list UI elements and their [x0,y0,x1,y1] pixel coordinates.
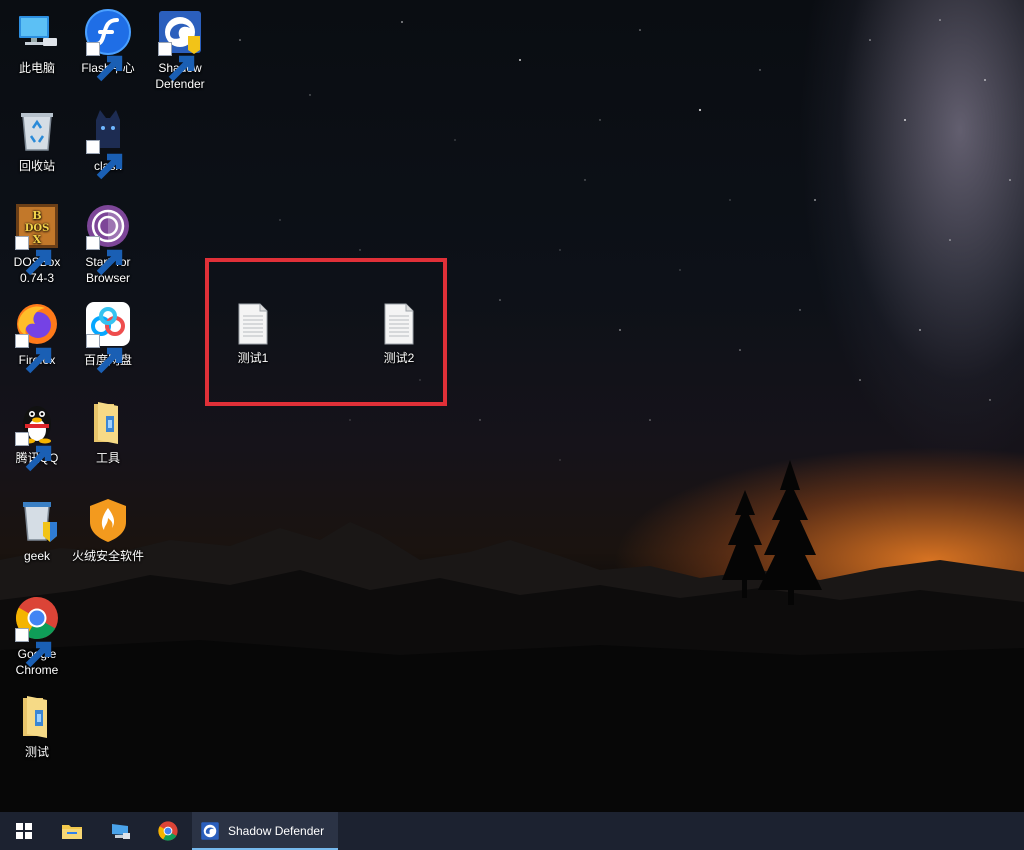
desktop-icon-this-pc[interactable]: 此电脑 [0,8,74,76]
dosbox-icon: B DOS X [13,202,61,276]
taskbar-app-shadow-defender[interactable]: Shadow Defender [192,812,338,850]
start-button[interactable] [0,812,48,850]
desktop-icon-clash[interactable]: clash [71,106,145,180]
shortcut-arrow-icon [86,42,123,82]
shadow-defender-icon [156,8,204,82]
desktop-icon-dosbox[interactable]: B DOS X DOSBox 0.74-3 [0,202,74,286]
text-file-icon [233,302,273,346]
shortcut-arrow-icon [86,140,123,180]
shortcut-arrow-icon [15,236,52,276]
chrome-icon [158,821,178,841]
folder-icon [62,825,82,839]
folder-icon [13,692,61,740]
cat-icon [84,106,132,180]
flash-icon [84,8,132,82]
desktop-icon-baidu-pan[interactable]: 百度网盘 [71,300,145,374]
icon-label: 回收站 [18,159,55,173]
taskbar-file-explorer[interactable] [48,812,96,850]
taskbar-this-pc[interactable] [96,812,144,850]
icon-label: 火绒安全软件 [71,549,144,563]
shortcut-arrow-icon [86,334,123,374]
icon-label: 测试1 [237,351,269,365]
icon-label: 测试2 [383,351,415,365]
desktop-icon-shadow-defender[interactable]: Shadow Defender [143,8,217,92]
baidu-cloud-icon [84,300,132,374]
desktop-icon-test-folder[interactable]: 测试 [0,692,74,760]
shortcut-arrow-icon [15,334,52,374]
desktop-file-test1[interactable]: 测试1 [216,302,290,366]
desktop-icon-chrome[interactable]: Google Chrome [0,594,74,678]
svg-text:B: B [32,209,41,222]
qq-penguin-icon [13,398,61,472]
desktop-icon-flash[interactable]: Flash中心 [71,8,145,82]
desktop-icon-qq[interactable]: 腾讯QQ [0,398,74,472]
shadow-defender-icon [201,822,219,840]
icon-label: 此电脑 [18,61,55,75]
shortcut-arrow-icon [158,42,195,82]
recycle-bin-icon [13,106,61,154]
desktop: 此电脑 回收站 B DOS X DOSBox 0.74-3 Firefox 腾讯QQ [0,0,1024,812]
folder-icon [84,398,132,446]
desktop-file-test2[interactable]: 测试2 [362,302,436,366]
computer-icon [112,824,130,839]
icon-label: 测试 [24,745,49,759]
icon-label: 工具 [95,451,120,465]
desktop-icon-huorong[interactable]: 火绒安全软件 [71,496,145,564]
tor-onion-icon [84,202,132,276]
desktop-icon-tools[interactable]: 工具 [71,398,145,466]
taskbar: Shadow Defender [0,812,1024,850]
text-file-icon [379,302,419,346]
taskbar-chrome[interactable] [144,812,192,850]
huorong-shield-icon [84,496,132,544]
shortcut-arrow-icon [86,236,123,276]
geek-icon [13,496,61,544]
computer-icon [13,8,61,56]
windows-logo-icon [16,823,32,839]
shortcut-arrow-icon [15,628,52,668]
desktop-icon-tor-browser[interactable]: Start Tor Browser [71,202,145,286]
desktop-icon-geek[interactable]: geek [0,496,74,564]
shortcut-arrow-icon [15,432,52,472]
chrome-icon [13,594,61,668]
taskbar-app-label: Shadow Defender [228,824,325,838]
icon-label: geek [23,549,51,563]
desktop-icon-firefox[interactable]: Firefox [0,300,74,374]
wallpaper-mountains [0,460,1024,812]
firefox-icon [13,300,61,374]
desktop-icon-recycle-bin[interactable]: 回收站 [0,106,74,174]
